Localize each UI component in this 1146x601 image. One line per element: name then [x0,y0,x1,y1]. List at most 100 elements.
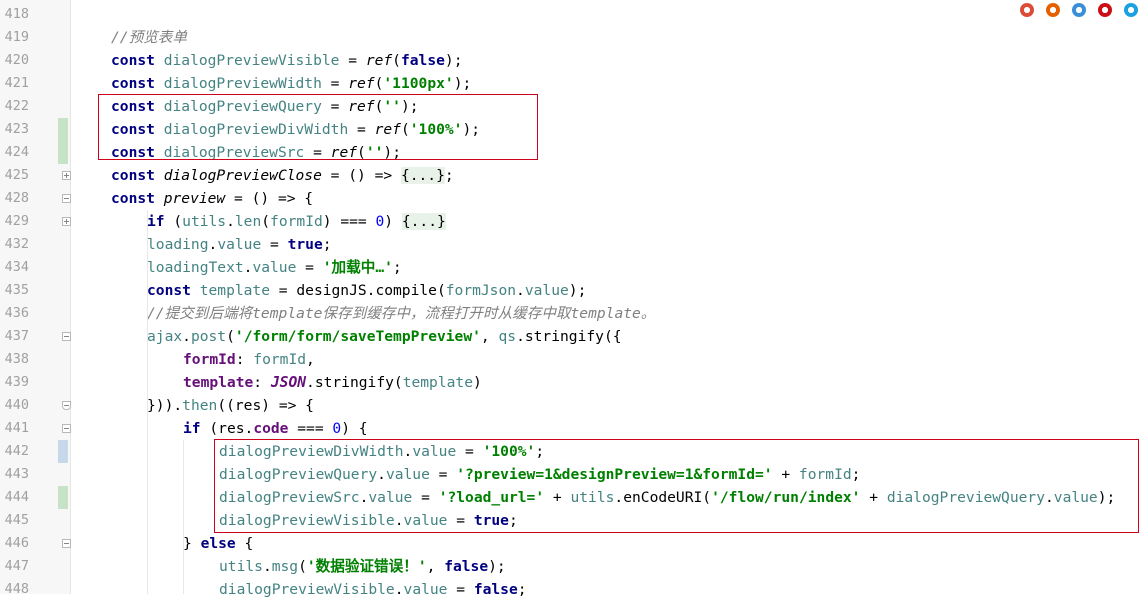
code-token: ); [453,75,472,92]
line-number: 425 [4,167,29,183]
line-number: 429 [4,213,29,229]
code-token: formId [183,351,236,368]
code-line[interactable]: //预览表单 [111,26,187,49]
line-number: 438 [4,351,29,367]
safari-icon-glyph [1072,3,1086,17]
code-line[interactable]: loadingText.value = '加载中…'; [147,256,402,279]
code-token: const [111,52,164,69]
line-number: 443 [4,466,29,482]
fold-expand-icon[interactable] [62,217,71,226]
code-line[interactable]: const template = designJS.compile(formJs… [147,279,586,302]
code-line[interactable]: })).then((res) => { [147,394,314,417]
code-token: else [200,535,236,552]
code-token: ); [444,52,463,69]
code-token: code [253,420,289,437]
code-line[interactable]: const dialogPreviewWidth = ref('1100px')… [111,72,471,95]
fold-collapse-icon[interactable] [62,332,71,341]
code-token: ) === [322,213,376,230]
code-token: false [473,581,518,598]
safari-icon[interactable] [1068,0,1090,20]
code-token: then [182,397,218,414]
code-token: const [111,75,164,92]
code-token: . [262,558,272,575]
line-number: 446 [4,535,29,551]
chrome-icon[interactable] [1016,0,1038,20]
code-line[interactable]: const dialogPreviewVisible = ref(false); [111,49,462,72]
code-token: ajax [147,328,183,345]
code-token: const [147,282,200,299]
code-token: === [288,420,333,437]
code-token: .stringify({ [516,328,622,345]
code-line[interactable]: if (utils.len(formId) === 0) {...} [147,210,446,233]
code-token: qs [498,328,517,345]
code-token: value [403,581,448,598]
code-token: utils [182,213,227,230]
indent-guide [147,210,148,594]
code-line[interactable]: loading.value = true; [147,233,332,256]
code-line[interactable]: //提交到后端将template保存到缓存中，流程打开时从缓存中取templat… [147,302,655,325]
chrome-icon-glyph [1020,3,1034,17]
code-token: value [524,282,569,299]
line-number: 442 [4,443,29,459]
code-token: ) [384,213,402,230]
code-line[interactable]: const preview = () => { [111,187,313,210]
code-token: {...} [400,167,445,184]
code-line[interactable]: const dialogPreviewClose = () => {...}; [111,164,454,187]
fold-collapse-icon[interactable] [62,401,71,410]
code-token: ( [392,52,401,69]
line-number: 436 [4,305,29,321]
line-number: 419 [4,29,29,45]
code-token: true [287,236,323,253]
code-token: loadingText [147,259,244,276]
code-line[interactable]: ajax.post('/form/form/saveTempPreview', … [147,325,622,348]
opera-icon-glyph [1098,3,1112,17]
indent-guide [183,440,184,594]
code-token: value [217,236,262,253]
code-line[interactable]: dialogPreviewVisible.value = false; [219,578,527,601]
change-marker [58,141,68,164]
code-line[interactable]: utils.msg('数据验证错误！', false); [219,555,506,578]
code-token: post [190,328,227,345]
fold-expand-icon[interactable] [62,171,71,180]
code-token: '加载中…' [322,259,393,276]
code-token: ) [473,374,482,391]
code-token: if [183,420,210,437]
line-number: 420 [4,52,29,68]
code-token: . [516,282,525,299]
code-token: stringify( [314,374,403,391]
code-token: formJson [445,282,517,299]
change-marker [58,486,68,509]
code-token: } [183,535,201,552]
code-token: = [321,75,349,92]
code-line[interactable]: formId: formId, [183,348,315,371]
code-line[interactable]: template: JSON.stringify(template) [183,371,482,394]
line-number: 428 [4,190,29,206]
code-token: formId [253,351,307,368]
fold-collapse-icon[interactable] [62,539,71,548]
opera-icon[interactable] [1094,0,1116,20]
code-token: if [147,213,174,230]
line-number: 439 [4,374,29,390]
code-token: res [234,397,262,414]
code-token: ; [444,167,454,184]
code-token: ref [365,52,393,69]
code-token: . [182,328,191,345]
code-line[interactable]: if (res.code === 0) { [183,417,368,440]
fold-collapse-icon[interactable] [62,194,71,203]
fold-collapse-icon[interactable] [62,424,71,433]
code-token: = () => [321,167,401,184]
firefox-icon[interactable] [1042,0,1064,20]
code-token: //提交到后端将template保存到缓存中，流程打开时从缓存中取templat… [147,305,656,322]
ie-icon[interactable] [1120,0,1142,20]
line-number: 422 [4,98,29,114]
firefox-icon-glyph [1046,3,1060,17]
code-line[interactable]: } else { [183,532,253,555]
code-token: '/form/form/saveTempPreview' [234,328,481,345]
line-number: 445 [4,512,29,528]
code-token: })). [147,397,183,414]
code-token: ref [348,75,375,92]
code-token: msg [271,558,299,575]
code-token: template [183,374,254,391]
change-marker [58,440,68,463]
code-token: template [402,374,473,391]
